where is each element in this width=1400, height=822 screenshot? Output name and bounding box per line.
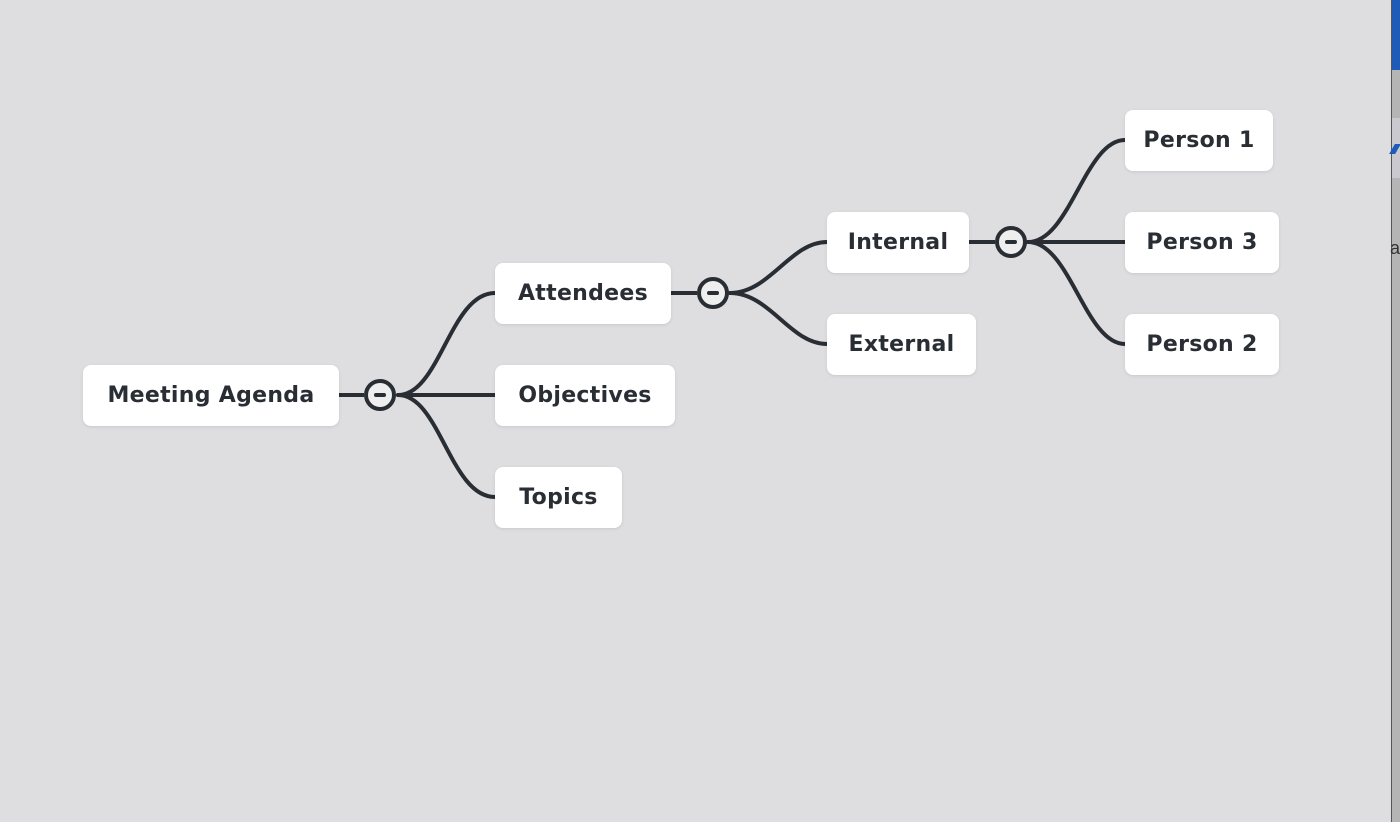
window-titlebar-sliver bbox=[1392, 0, 1400, 70]
node-label: Person 1 bbox=[1143, 128, 1255, 153]
node-topics[interactable]: Topics bbox=[495, 467, 622, 528]
partial-text: a bbox=[1390, 238, 1400, 258]
node-label: Person 2 bbox=[1146, 332, 1258, 357]
node-person-2[interactable]: Person 2 bbox=[1125, 314, 1279, 375]
connector-root-topics bbox=[396, 393, 497, 499]
connector-root-attendees bbox=[396, 291, 497, 397]
collapse-minus-icon bbox=[374, 393, 386, 397]
adjacent-window-edge: a bbox=[1389, 0, 1400, 822]
node-label: Meeting Agenda bbox=[107, 383, 315, 408]
node-attendees[interactable]: Attendees bbox=[495, 263, 671, 324]
connector-attendees-external bbox=[728, 291, 829, 346]
node-objectives[interactable]: Objectives bbox=[495, 365, 675, 426]
connector-attendees-internal bbox=[728, 240, 829, 295]
node-internal[interactable]: Internal bbox=[827, 212, 969, 273]
collapse-toggle-attendees[interactable] bbox=[697, 277, 729, 309]
connector-internal-person2 bbox=[1026, 240, 1127, 346]
node-meeting-agenda[interactable]: Meeting Agenda bbox=[83, 365, 339, 426]
node-label: Internal bbox=[847, 230, 949, 255]
node-label: Objectives bbox=[518, 383, 652, 408]
node-label: Person 3 bbox=[1146, 230, 1258, 255]
node-label: Attendees bbox=[517, 281, 649, 306]
node-person-1[interactable]: Person 1 bbox=[1125, 110, 1273, 171]
collapse-toggle-internal[interactable] bbox=[995, 226, 1027, 258]
collapse-minus-icon bbox=[707, 291, 719, 295]
mindmap-canvas[interactable]: Meeting Agenda Attendees Objectives Topi… bbox=[0, 0, 1392, 822]
node-label: Topics bbox=[519, 485, 598, 510]
node-person-3[interactable]: Person 3 bbox=[1125, 212, 1279, 273]
collapse-minus-icon bbox=[1005, 240, 1017, 244]
collapse-toggle-meeting-agenda[interactable] bbox=[364, 379, 396, 411]
node-external[interactable]: External bbox=[827, 314, 976, 375]
node-label: External bbox=[848, 332, 955, 357]
connector-internal-person1 bbox=[1026, 138, 1127, 244]
